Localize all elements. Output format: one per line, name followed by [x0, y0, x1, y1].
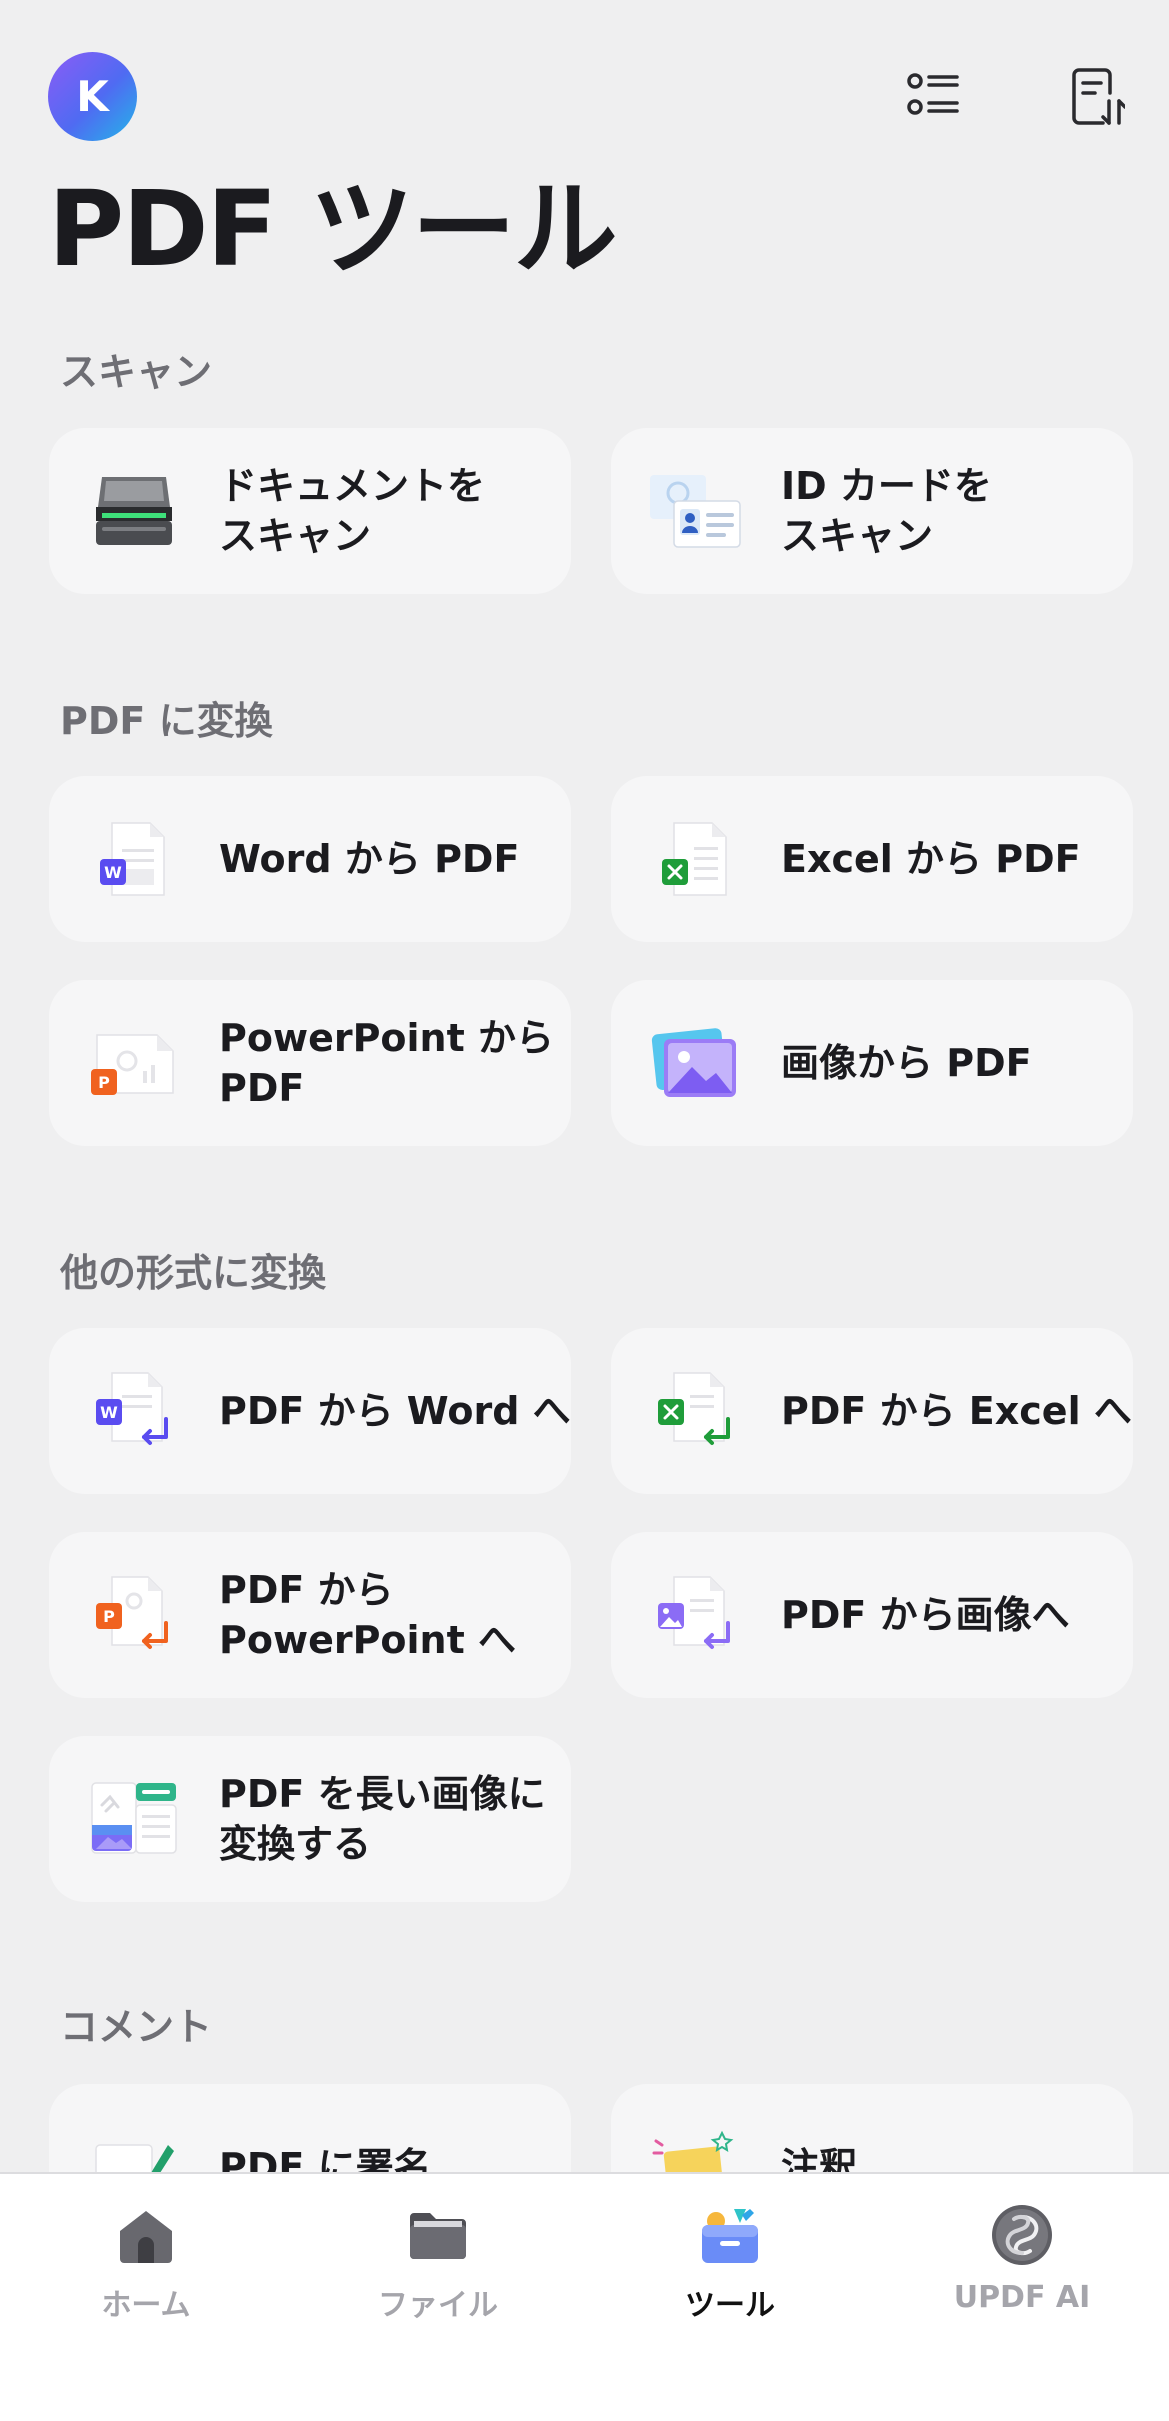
excel-to-pdf-card[interactable]: Excel から PDF — [611, 776, 1133, 942]
pdf-to-excel-icon — [611, 1328, 781, 1494]
powerpoint-to-pdf-label: PowerPoint から PDF — [219, 1016, 555, 1110]
pdf-to-image-icon — [611, 1532, 781, 1698]
pdf-to-excel-label: PDF から Excel へ — [781, 1389, 1132, 1433]
scan-id-card-label: ID カードを スキャン — [781, 464, 992, 558]
long-image-icon — [49, 1736, 219, 1902]
avatar[interactable]: K — [48, 52, 137, 141]
pdf-to-image-card[interactable]: PDF から画像へ — [611, 1532, 1133, 1698]
powerpoint-document-icon: P — [49, 980, 219, 1146]
top-bar: K — [0, 0, 1169, 180]
scan-document-card[interactable]: ドキュメントを スキャン — [49, 428, 571, 594]
scan-document-label: ドキュメントを スキャン — [219, 464, 486, 558]
section-title-scan: スキャン — [60, 350, 213, 394]
toolbox-icon — [695, 2200, 765, 2270]
ai-icon — [987, 2200, 1057, 2270]
tab-tools-label: ツール — [685, 2288, 775, 2323]
tab-files-label: ファイル — [378, 2288, 498, 2323]
section-title-from-pdf: 他の形式に変換 — [60, 1251, 327, 1295]
list-view-icon[interactable] — [898, 62, 968, 132]
svg-text:P: P — [98, 1073, 110, 1092]
word-document-icon: W — [49, 776, 219, 942]
pdf-to-powerpoint-icon: P — [49, 1532, 219, 1698]
excel-to-pdf-label: Excel から PDF — [781, 837, 1081, 881]
pdf-to-long-image-card[interactable]: PDF を長い画像に 変換する — [49, 1736, 571, 1902]
scan-id-card-card[interactable]: ID カードを スキャン — [611, 428, 1133, 594]
image-to-pdf-card[interactable]: 画像から PDF — [611, 980, 1133, 1146]
pdf-to-long-image-label: PDF を長い画像に 変換する — [219, 1772, 546, 1866]
tab-updf-ai[interactable]: UPDF AI — [876, 2174, 1168, 2354]
pdf-to-word-icon: W — [49, 1328, 219, 1494]
tab-files[interactable]: ファイル — [292, 2174, 584, 2354]
tab-home-label: ホーム — [101, 2288, 191, 2323]
tab-updf-ai-label: UPDF AI — [953, 2280, 1091, 2315]
avatar-letter: K — [76, 72, 109, 121]
pdf-to-powerpoint-card[interactable]: P PDF から PowerPoint へ — [49, 1532, 571, 1698]
word-to-pdf-card[interactable]: W Word から PDF — [49, 776, 571, 942]
sort-document-icon[interactable] — [1062, 62, 1132, 132]
tab-bar: ホーム ファイル ツール UPDF AI — [0, 2172, 1169, 2421]
home-icon — [111, 2200, 181, 2270]
section-title-to-pdf: PDF に変換 — [60, 699, 273, 743]
section-title-comment: コメント — [60, 2005, 213, 2049]
image-to-pdf-label: 画像から PDF — [781, 1041, 1032, 1085]
folder-icon — [403, 2200, 473, 2270]
scanner-icon — [49, 428, 219, 594]
pdf-to-word-label: PDF から Word へ — [219, 1389, 571, 1433]
pdf-to-word-card[interactable]: W PDF から Word へ — [49, 1328, 571, 1494]
pdf-to-excel-card[interactable]: PDF から Excel へ — [611, 1328, 1133, 1494]
pdf-to-image-label: PDF から画像へ — [781, 1593, 1070, 1637]
tab-tools[interactable]: ツール — [584, 2174, 876, 2354]
excel-document-icon — [611, 776, 781, 942]
svg-text:P: P — [103, 1607, 115, 1626]
svg-text:W: W — [104, 863, 122, 882]
id-card-icon — [611, 428, 781, 594]
pdf-to-powerpoint-label: PDF から PowerPoint へ — [219, 1568, 517, 1662]
tab-home[interactable]: ホーム — [0, 2174, 292, 2354]
svg-text:W: W — [100, 1403, 118, 1422]
powerpoint-to-pdf-card[interactable]: P PowerPoint から PDF — [49, 980, 571, 1146]
image-icon — [611, 980, 781, 1146]
page-title: PDF ツール — [48, 168, 618, 290]
word-to-pdf-label: Word から PDF — [219, 837, 520, 881]
